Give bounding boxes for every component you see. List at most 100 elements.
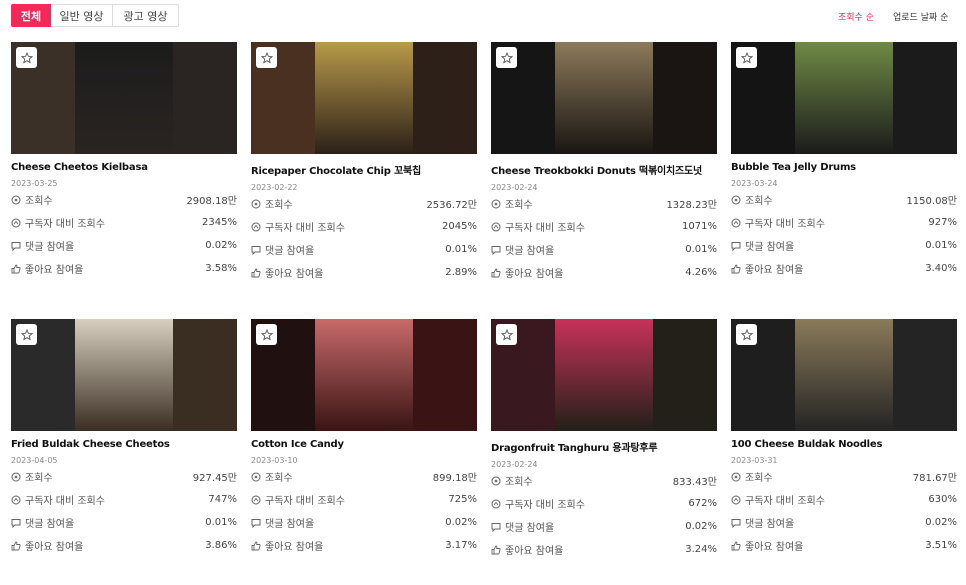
- eye-icon: [491, 476, 501, 485]
- stat-label: 구독자 대비 조회수: [731, 492, 825, 507]
- stat-row-views: 조회수 781.67만: [731, 465, 957, 488]
- thumbs-up-icon: [491, 545, 501, 554]
- favorite-star-button[interactable]: [16, 47, 37, 68]
- stat-value: 1150.08만: [906, 196, 957, 207]
- stat-value: 747%: [208, 494, 237, 505]
- video-thumbnail[interactable]: [731, 42, 957, 154]
- video-title[interactable]: Cheese Treokbokki Donuts 떡볶이치즈도넛: [491, 162, 717, 177]
- favorite-star-button[interactable]: [16, 324, 37, 345]
- stat-value: 0.02%: [925, 517, 957, 528]
- stat-value: 833.43만: [672, 477, 717, 488]
- video-thumbnail[interactable]: [731, 319, 957, 431]
- favorite-star-button[interactable]: [736, 47, 757, 68]
- stat-row-comment-rate: 댓글 참여율 0.02%: [11, 234, 237, 257]
- video-card[interactable]: Cheese Treokbokki Donuts 떡볶이치즈도넛 2023-02-…: [491, 42, 717, 284]
- thumbs-up-icon: [11, 541, 21, 550]
- video-title[interactable]: Cotton Ice Candy: [251, 439, 477, 450]
- upload-date: 2023-03-24: [731, 179, 778, 188]
- thumbs-up-icon: [731, 264, 741, 273]
- video-thumbnail[interactable]: [11, 42, 237, 154]
- stat-row-views-vs-subs: 구독자 대비 조회수 672%: [491, 492, 717, 515]
- stat-row-views: 조회수 1328.23만: [491, 192, 717, 215]
- video-title[interactable]: Dragonfruit Tanghuru 용과탕후루: [491, 439, 717, 454]
- stat-label: 댓글 참여율: [491, 519, 554, 534]
- video-title[interactable]: Cheese Cheetos Kielbasa: [11, 162, 237, 173]
- stat-label: 좋아요 참여율: [251, 538, 323, 553]
- sort-by-upload-date[interactable]: 업로드 날짜 순: [893, 10, 948, 23]
- thumbs-up-icon: [251, 541, 261, 550]
- stat-value: 0.01%: [685, 244, 717, 255]
- favorite-star-button[interactable]: [496, 47, 517, 68]
- eye-icon: [251, 199, 261, 208]
- star-icon: [20, 328, 33, 341]
- video-thumbnail[interactable]: [491, 319, 717, 431]
- sort-by-views[interactable]: 조회수 순: [838, 10, 874, 23]
- stat-label: 댓글 참여율: [11, 238, 74, 253]
- favorite-star-button[interactable]: [256, 47, 277, 68]
- video-card[interactable]: Dragonfruit Tanghuru 용과탕후루 2023-02-24 조회수 8…: [491, 319, 717, 561]
- stat-label: 좋아요 참여율: [491, 265, 563, 280]
- stat-label: 댓글 참여율: [731, 238, 794, 253]
- tab-ad-videos[interactable]: 광고 영상: [113, 4, 179, 27]
- stat-label-text: 좋아요 참여율: [265, 542, 324, 553]
- video-title[interactable]: 100 Cheese Buldak Noodles: [731, 439, 957, 450]
- stat-label-text: 구독자 대비 조회수: [505, 500, 585, 511]
- comment-icon: [491, 245, 501, 255]
- stat-value: 0.01%: [925, 240, 957, 251]
- stat-row-comment-rate: 댓글 참여율 0.02%: [491, 515, 717, 538]
- thumbnail-panel-center: [75, 319, 173, 431]
- subscriber-icon: [11, 495, 21, 504]
- stat-label-text: 조회수: [25, 196, 53, 207]
- stat-label-text: 댓글 참여율: [505, 523, 555, 534]
- stat-value: 2045%: [442, 221, 477, 232]
- video-thumbnail[interactable]: [11, 319, 237, 431]
- video-card[interactable]: Cheese Cheetos Kielbasa 2023-03-25 조회수 2908…: [11, 42, 237, 280]
- stat-row-comment-rate: 댓글 참여율 0.01%: [11, 511, 237, 534]
- star-icon: [740, 328, 753, 341]
- thumbnail-panel-right: [893, 319, 957, 431]
- stat-row-views-vs-subs: 구독자 대비 조회수 927%: [731, 211, 957, 234]
- stat-value: 3.58%: [205, 263, 237, 274]
- video-title[interactable]: Ricepaper Chocolate Chip 꼬북칩: [251, 162, 477, 177]
- video-thumbnail[interactable]: [251, 319, 477, 431]
- stat-row-views-vs-subs: 구독자 대비 조회수 1071%: [491, 215, 717, 238]
- video-title[interactable]: Bubble Tea Jelly Drums: [731, 162, 957, 173]
- subscriber-icon: [251, 495, 261, 504]
- eye-icon: [11, 195, 21, 204]
- stat-label: 댓글 참여율: [731, 515, 794, 530]
- favorite-star-button[interactable]: [256, 324, 277, 345]
- stat-label-text: 조회수: [505, 477, 533, 488]
- favorite-star-button[interactable]: [496, 324, 517, 345]
- stat-row-like-rate: 좋아요 참여율 3.17%: [251, 534, 477, 557]
- thumbnail-panel-center: [555, 42, 653, 154]
- tab-all[interactable]: 전체: [11, 4, 51, 27]
- stat-row-views-vs-subs: 구독자 대비 조회수 747%: [11, 488, 237, 511]
- favorite-star-button[interactable]: [736, 324, 757, 345]
- video-thumbnail[interactable]: [251, 42, 477, 154]
- video-thumbnail[interactable]: [491, 42, 717, 154]
- video-card[interactable]: 100 Cheese Buldak Noodles 2023-03-31 조회수 78…: [731, 319, 957, 557]
- video-card[interactable]: Bubble Tea Jelly Drums 2023-03-24 조회수 1150.…: [731, 42, 957, 280]
- stat-label: 조회수: [491, 473, 533, 488]
- stat-label-text: 좋아요 참여율: [745, 265, 804, 276]
- tab-general-videos[interactable]: 일반 영상: [51, 4, 113, 27]
- stat-label: 댓글 참여율: [251, 242, 314, 257]
- video-card[interactable]: Fried Buldak Cheese Cheetos 2023-04-05 조회수…: [11, 319, 237, 557]
- video-card[interactable]: Ricepaper Chocolate Chip 꼬북칩 2023-02-22 조회…: [251, 42, 477, 284]
- video-title[interactable]: Fried Buldak Cheese Cheetos: [11, 439, 237, 450]
- stat-row-like-rate: 좋아요 참여율 4.26%: [491, 261, 717, 284]
- stat-label: 댓글 참여율: [11, 515, 74, 530]
- stat-value: 672%: [688, 498, 717, 509]
- stat-label-text: 구독자 대비 조회수: [25, 496, 105, 507]
- stat-row-views: 조회수 2536.72만: [251, 192, 477, 215]
- stat-label-text: 좋아요 참여율: [265, 269, 324, 280]
- stat-label: 좋아요 참여율: [11, 261, 83, 276]
- stat-value: 781.67만: [912, 473, 957, 484]
- stat-label-text: 구독자 대비 조회수: [505, 223, 585, 234]
- eye-icon: [251, 472, 261, 481]
- stat-label-text: 조회수: [745, 473, 773, 484]
- comment-icon: [491, 522, 501, 532]
- stat-value: 0.01%: [445, 244, 477, 255]
- video-card[interactable]: Cotton Ice Candy 2023-03-10 조회수 899.18만 구독자 …: [251, 319, 477, 557]
- stat-value: 927.45만: [192, 473, 237, 484]
